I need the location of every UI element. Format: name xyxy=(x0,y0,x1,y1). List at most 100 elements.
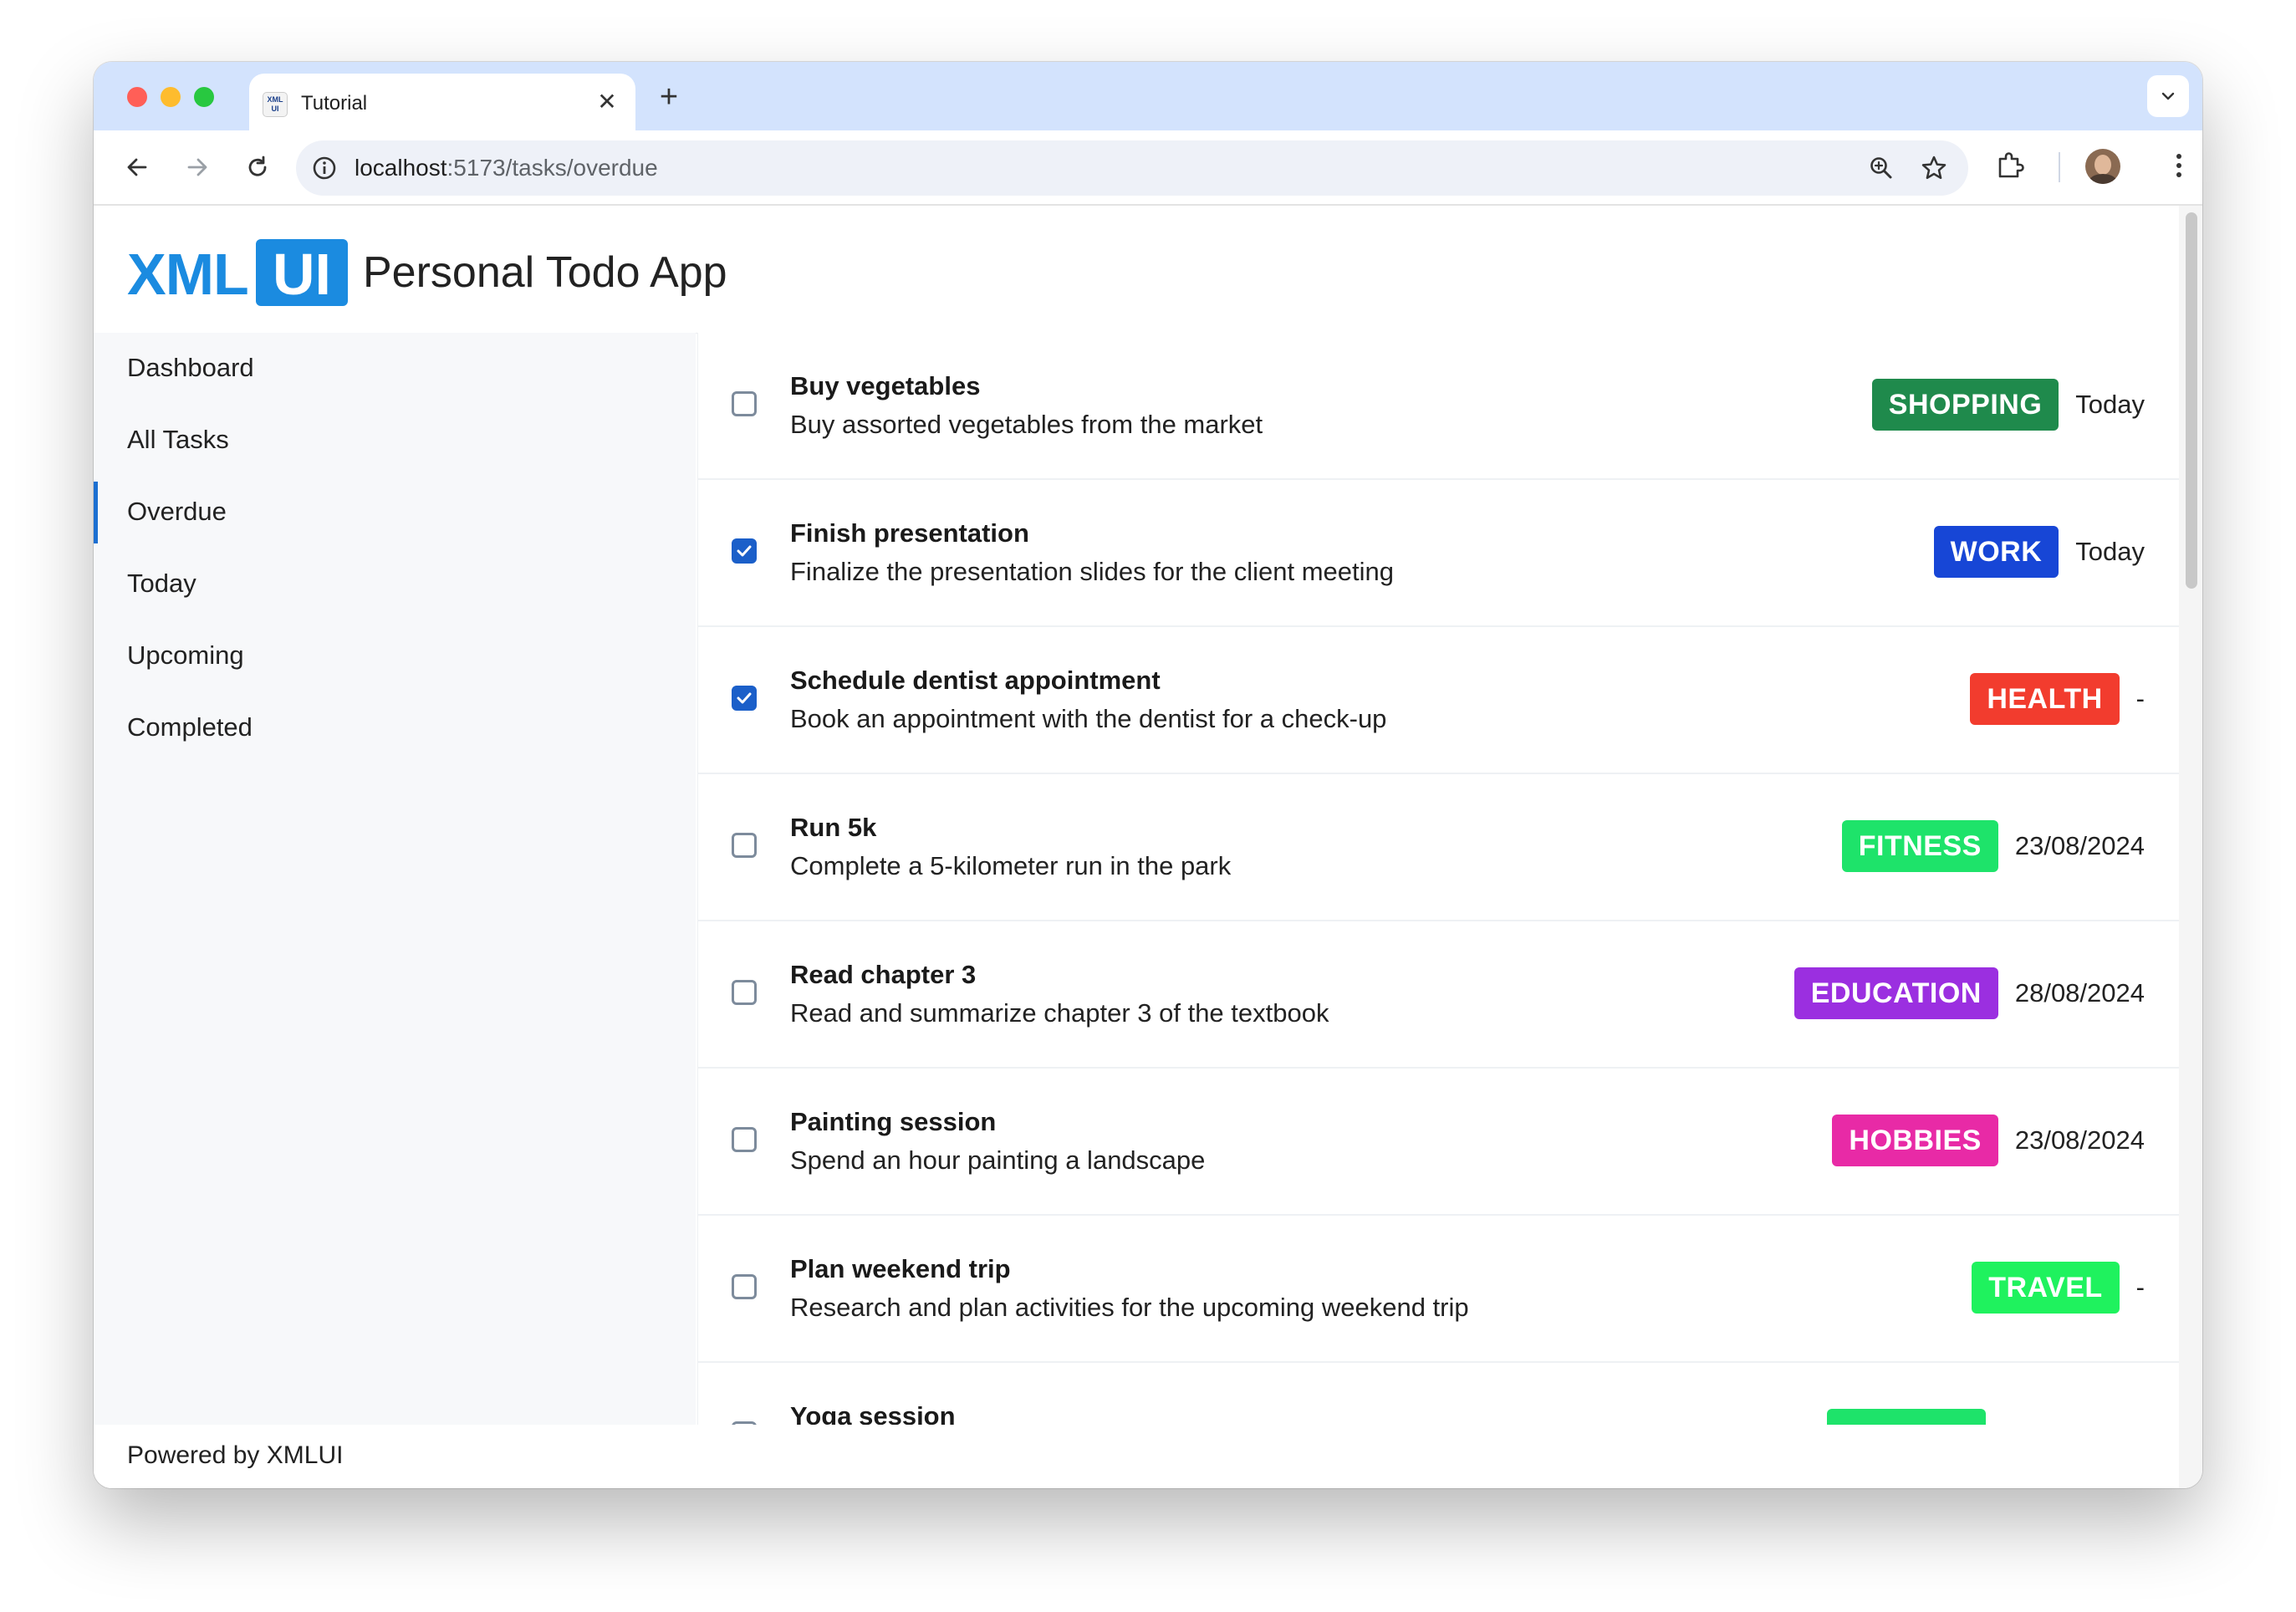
due-date: 23/08/2024 xyxy=(2014,831,2145,860)
task-description: Book an appointment with the dentist for… xyxy=(790,704,1387,733)
task-checkbox[interactable] xyxy=(732,1274,757,1299)
zoom-icon[interactable] xyxy=(1868,155,1895,181)
category-badge: TRAVEL xyxy=(1972,1262,2120,1314)
tab-title: Tutorial xyxy=(301,92,368,115)
check-icon xyxy=(737,692,752,704)
sidebar-item-label: All Tasks xyxy=(127,425,229,454)
logo-badge[interactable]: UI xyxy=(256,239,348,307)
sidebar-item-label: Upcoming xyxy=(127,640,244,670)
task-row[interactable]: Buy vegetables Buy assorted vegetables f… xyxy=(698,333,2180,482)
sidebar-item-label: Overdue xyxy=(127,497,227,526)
task-checkbox[interactable] xyxy=(732,538,757,564)
sidebar-item-dashboard[interactable]: Dashboard xyxy=(94,333,696,405)
category-badge: WORK xyxy=(1933,526,2059,578)
footer-text: Powered by XMLUI xyxy=(127,1441,344,1469)
extensions-icon[interactable] xyxy=(1993,149,2027,182)
task-title: Run 5k xyxy=(790,813,877,842)
new-tab-button[interactable]: + xyxy=(651,80,687,117)
task-description: Buy assorted vegetables from the market xyxy=(790,410,1263,439)
arrow-right-icon xyxy=(187,158,207,176)
category-badge: SHOPPING xyxy=(1871,379,2059,431)
chevron-down-icon xyxy=(2161,92,2175,100)
sidebar-item-completed[interactable]: Completed xyxy=(94,692,696,764)
arrow-left-icon xyxy=(127,158,147,176)
app-header: XML UI Personal Todo App xyxy=(94,206,2179,334)
sidebar-item-label: Today xyxy=(127,569,196,598)
address-bar[interactable]: localhost:5173/tasks/overdue xyxy=(296,140,1968,196)
task-row[interactable]: Read chapter 3 Read and summarize chapte… xyxy=(698,921,2180,1070)
sidebar-nav: Dashboard All Tasks Overdue Today Upcomi… xyxy=(94,333,696,1425)
task-row[interactable]: Plan weekend trip Research and plan acti… xyxy=(698,1216,2180,1365)
task-title: Buy vegetables xyxy=(790,371,981,400)
url-text[interactable]: localhost:5173/tasks/overdue xyxy=(355,155,658,181)
task-list: Buy vegetables Buy assorted vegetables f… xyxy=(697,333,2180,1425)
due-date: - xyxy=(2135,684,2145,713)
reload-icon xyxy=(248,156,267,176)
category-badge: EDUCATION xyxy=(1793,967,1998,1019)
task-title: Plan weekend trip xyxy=(790,1254,1011,1283)
sidebar-item-upcoming[interactable]: Upcoming xyxy=(94,620,696,692)
check-icon xyxy=(737,545,752,557)
task-description: Complete a 5-kilometer run in the park xyxy=(790,851,1232,880)
task-description: Read and summarize chapter 3 of the text… xyxy=(790,998,1329,1028)
browser-window: XML UI Tutorial ✕ + localhost:5173/tasks… xyxy=(94,62,2202,1488)
category-badge: HEALTH xyxy=(1970,673,2120,725)
sidebar-item-label: Dashboard xyxy=(127,353,254,382)
category-badge: HOBBIES xyxy=(1832,1115,1998,1166)
page-scrollbar[interactable] xyxy=(2179,206,2202,1488)
scrollbar-thumb[interactable] xyxy=(2186,212,2197,589)
forward-button[interactable] xyxy=(179,149,216,186)
browser-toolbar: localhost:5173/tasks/overdue xyxy=(94,130,2202,206)
app-footer: Powered by XMLUI xyxy=(94,1425,2179,1488)
logo-badge-text: UI xyxy=(273,242,331,307)
favicon-icon: XML UI xyxy=(263,92,288,117)
logo-text[interactable]: XML xyxy=(127,241,249,308)
tab-search-button[interactable] xyxy=(2147,75,2189,117)
task-title: Schedule dentist appointment xyxy=(790,666,1161,695)
task-row[interactable]: Yoga session xyxy=(698,1363,2180,1425)
task-row[interactable]: Painting session Spend an hour painting … xyxy=(698,1069,2180,1217)
browser-tab[interactable]: XML UI Tutorial ✕ xyxy=(249,74,635,130)
task-description: Finalize the presentation slides for the… xyxy=(790,557,1395,586)
task-checkbox[interactable] xyxy=(732,391,757,416)
task-description: Spend an hour painting a landscape xyxy=(790,1145,1206,1175)
info-icon[interactable] xyxy=(311,155,338,181)
sidebar-item-overdue[interactable]: Overdue xyxy=(94,477,696,548)
task-row[interactable]: Schedule dentist appointment Book an app… xyxy=(698,627,2180,776)
task-checkbox[interactable] xyxy=(732,686,757,711)
toolbar-divider xyxy=(2059,152,2060,182)
minimize-window-button[interactable] xyxy=(161,87,181,107)
reload-button[interactable] xyxy=(239,149,276,186)
sidebar-item-today[interactable]: Today xyxy=(94,548,696,620)
due-date: Today xyxy=(2075,390,2145,419)
task-checkbox[interactable] xyxy=(732,980,757,1005)
bookmark-star-icon[interactable] xyxy=(1920,154,1948,182)
due-date: 28/08/2024 xyxy=(2014,978,2145,1008)
task-title: Yoga session xyxy=(790,1401,956,1425)
more-vertical-icon[interactable] xyxy=(2162,149,2196,182)
task-title: Painting session xyxy=(790,1107,997,1136)
due-date: 23/08/2024 xyxy=(2014,1125,2145,1155)
task-checkbox[interactable] xyxy=(732,1127,757,1152)
task-checkbox[interactable] xyxy=(732,833,757,858)
close-tab-icon[interactable]: ✕ xyxy=(590,85,624,119)
task-description: Research and plan activities for the upc… xyxy=(790,1293,1469,1322)
sidebar-item-all-tasks[interactable]: All Tasks xyxy=(94,405,696,477)
maximize-window-button[interactable] xyxy=(194,87,214,107)
back-button[interactable] xyxy=(119,149,156,186)
web-page: XML UI Personal Todo App Dashboard All T… xyxy=(94,206,2202,1488)
url-path: :5173/tasks/overdue xyxy=(446,155,658,181)
url-host: localhost xyxy=(355,155,447,181)
due-date: Today xyxy=(2075,537,2145,566)
due-date: - xyxy=(2135,1273,2145,1302)
sidebar-item-label: Completed xyxy=(127,712,253,742)
task-title: Finish presentation xyxy=(790,518,1029,548)
tab-strip: XML UI Tutorial ✕ + xyxy=(94,62,2202,130)
task-title: Read chapter 3 xyxy=(790,960,977,989)
task-row[interactable]: Run 5k Complete a 5-kilometer run in the… xyxy=(698,774,2180,923)
task-row[interactable]: Finish presentation Finalize the present… xyxy=(698,480,2180,629)
profile-avatar[interactable] xyxy=(2085,149,2120,184)
category-badge xyxy=(1827,1409,1986,1425)
close-window-button[interactable] xyxy=(127,87,147,107)
category-badge: FITNESS xyxy=(1841,820,1998,872)
